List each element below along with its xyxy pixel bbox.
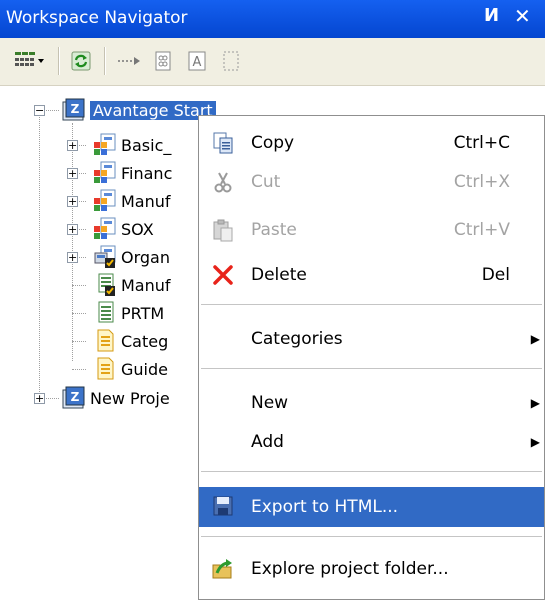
object-button[interactable] xyxy=(150,48,176,74)
view-options-button[interactable] xyxy=(8,48,50,74)
menu-item-label: Explore project folder... xyxy=(251,559,449,579)
expand-toggle[interactable]: + xyxy=(34,393,45,404)
tree-item[interactable]: PRTM xyxy=(92,299,164,327)
document-icon xyxy=(97,329,114,352)
link-button[interactable] xyxy=(114,48,144,74)
menu-item-paste[interactable]: Paste Ctrl+V xyxy=(199,211,544,249)
select-icon xyxy=(223,51,239,71)
window-title: Workspace Navigator xyxy=(6,8,188,28)
document-icon xyxy=(97,357,114,380)
context-menu: Copy Ctrl+C Cut Ctrl+X Paste Ctrl+V Dele… xyxy=(198,115,545,600)
menu-item-label: Paste xyxy=(251,220,297,240)
expand-toggle[interactable]: + xyxy=(67,140,78,151)
title-bar: Workspace Navigator И ✕ xyxy=(0,0,545,38)
tree-item-label: Manuf xyxy=(121,275,171,295)
delete-x-icon xyxy=(213,265,233,285)
menu-item-label: Delete xyxy=(251,265,307,285)
shortcut-label: Ctrl+V xyxy=(453,220,510,240)
menu-item-explore-folder[interactable]: Explore project folder... xyxy=(199,550,544,588)
shortcut-label: Del xyxy=(481,265,510,285)
expand-toggle[interactable]: + xyxy=(67,224,78,235)
tree-item-label: Basic_ xyxy=(121,135,172,155)
shortcut-label: Ctrl+X xyxy=(453,172,510,192)
diagram-icon xyxy=(98,301,114,323)
submenu-arrow-icon: ▶ xyxy=(530,435,540,449)
menu-item-export-html[interactable]: Export to HTML... xyxy=(199,487,544,527)
link-icon xyxy=(118,57,140,65)
submenu-arrow-icon: ▶ xyxy=(530,396,540,410)
menu-item-delete[interactable]: Delete Del xyxy=(199,256,544,294)
expand-toggle[interactable]: + xyxy=(67,196,78,207)
model-icon xyxy=(94,189,116,211)
model-icon xyxy=(94,133,116,155)
shortcut-label: Ctrl+C xyxy=(453,133,510,153)
tree-item-label: Organ xyxy=(121,247,170,267)
menu-item-cut[interactable]: Cut Ctrl+X xyxy=(199,163,544,201)
tree-item-label: New Proje xyxy=(90,388,170,408)
view-options-icon xyxy=(15,52,44,66)
tree-item-label: Guide xyxy=(121,359,168,379)
svg-text:A: A xyxy=(193,55,202,70)
close-icon[interactable]: ✕ xyxy=(514,4,531,28)
collapse-toggle[interactable]: − xyxy=(34,105,45,116)
expand-toggle[interactable]: + xyxy=(67,168,78,179)
tree-item[interactable]: Categ xyxy=(92,327,168,355)
text-button[interactable]: A xyxy=(184,48,210,74)
tree-item[interactable]: Financ xyxy=(92,159,172,187)
menu-item-label: Copy xyxy=(251,133,295,153)
menu-item-label: Add xyxy=(251,432,284,452)
tree-item-avantage-start[interactable]: Z Avantage Start xyxy=(60,96,216,124)
tree-item[interactable]: Guide xyxy=(92,355,168,383)
refresh-icon xyxy=(71,51,91,71)
tree-item[interactable]: Basic_ xyxy=(92,131,171,159)
menu-separator xyxy=(201,471,542,472)
svg-text:Z: Z xyxy=(71,102,80,116)
select-button[interactable] xyxy=(218,48,244,74)
refresh-button[interactable] xyxy=(68,48,94,74)
submenu-arrow-icon: ▶ xyxy=(530,332,540,346)
menu-item-label: Cut xyxy=(251,172,281,192)
pin-icon[interactable]: И xyxy=(484,5,499,26)
tree-item-label: Manuf xyxy=(121,191,171,211)
tree-item[interactable]: Manuf xyxy=(92,187,171,215)
tree-item-label: Categ xyxy=(121,331,169,351)
menu-separator xyxy=(201,536,542,537)
object-icon xyxy=(155,51,171,71)
tree-item[interactable]: SOX xyxy=(92,215,154,243)
model-icon xyxy=(94,217,116,239)
menu-item-add[interactable]: Add ▶ xyxy=(199,423,544,461)
menu-separator xyxy=(201,368,542,369)
project-icon: Z xyxy=(62,386,85,409)
svg-text:Z: Z xyxy=(71,390,80,404)
menu-item-label: Export to HTML... xyxy=(251,497,399,517)
tree-item-label: Financ xyxy=(121,163,173,183)
paste-icon xyxy=(213,219,233,242)
menu-item-categories[interactable]: Categories ▶ xyxy=(199,320,544,358)
menu-item-copy[interactable]: Copy Ctrl+C xyxy=(199,124,544,162)
model-icon xyxy=(94,161,116,183)
folder-explore-icon xyxy=(212,559,232,579)
tree-item-new-project[interactable]: Z New Proje xyxy=(60,384,170,412)
text-icon: A xyxy=(188,51,206,71)
menu-item-label: New xyxy=(251,393,289,413)
tree-item-label: SOX xyxy=(121,219,154,239)
tree-item[interactable]: Organ xyxy=(92,243,170,271)
org-model-icon xyxy=(98,273,115,296)
menu-item-label: Categories xyxy=(251,329,343,349)
menu-separator xyxy=(201,304,542,305)
tree-item-label: PRTM xyxy=(121,303,165,323)
tree-item[interactable]: Manuf xyxy=(92,271,171,299)
tree-item-label: Avantage Start xyxy=(90,100,216,120)
copy-icon xyxy=(213,132,233,154)
menu-item-new[interactable]: New ▶ xyxy=(199,384,544,422)
save-disk-icon xyxy=(213,496,233,516)
toolbar: A xyxy=(0,38,545,86)
expand-toggle[interactable]: + xyxy=(67,252,78,263)
org-model-icon xyxy=(94,245,116,268)
scissors-icon xyxy=(214,172,232,193)
project-icon: Z xyxy=(62,98,85,121)
